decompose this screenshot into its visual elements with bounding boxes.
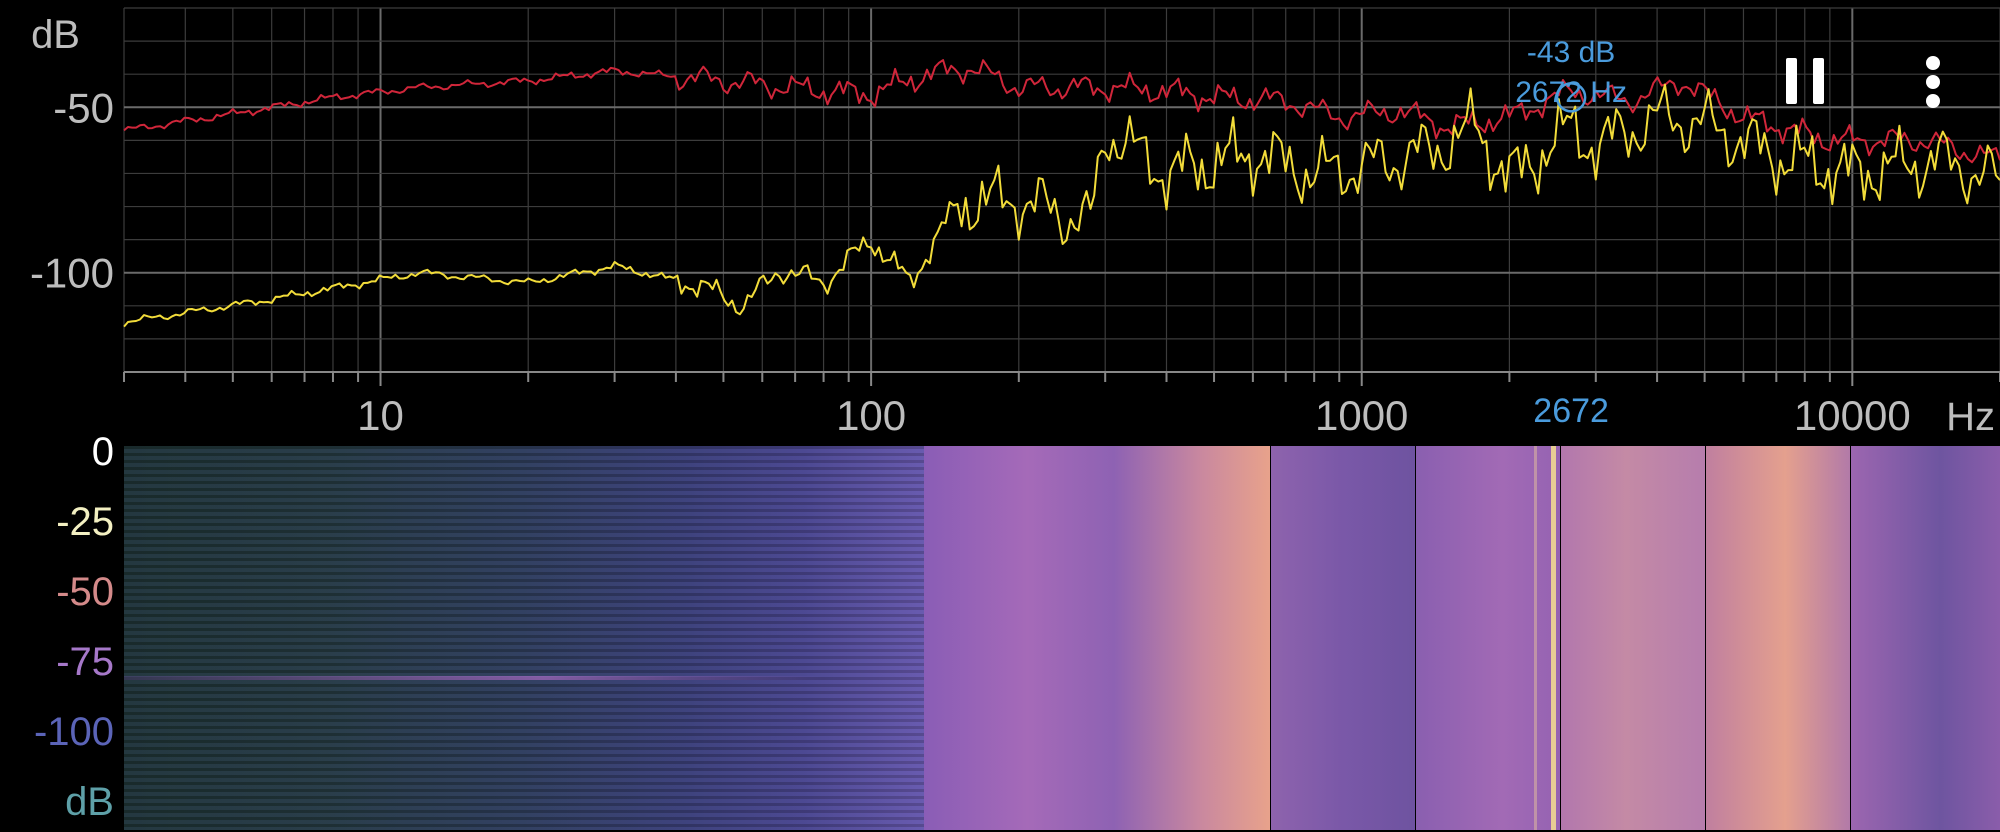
spectrogram-band (1851, 446, 2000, 830)
peak-hold-series-line (123, 59, 2000, 164)
peak-marker-db-label: -43 dB (1527, 36, 1615, 69)
x-axis-unit-label: Hz (1946, 395, 1995, 439)
spectrogram-band (1416, 446, 1560, 830)
more-vert-icon (1926, 56, 1940, 108)
peak-marker-hz-label: 2672 Hz (1515, 76, 1627, 109)
scale-label-75: -75 (56, 640, 114, 684)
more-options-button[interactable] (1926, 56, 1940, 108)
spectrum-plot-area (123, 59, 2000, 328)
scale-label-100: -100 (33, 710, 114, 754)
scale-label-25: -25 (56, 500, 114, 544)
spectrum-axis-labels: 10 100 1000 10000 -50 -100 (30, 84, 1911, 439)
x-tick-label: 10 (357, 392, 404, 439)
pause-button[interactable] (1786, 58, 1824, 104)
y-axis-unit-label: dB (31, 13, 80, 57)
scale-label-50: -50 (56, 570, 114, 614)
spectrum-grid (123, 7, 2000, 386)
pause-icon (1786, 58, 1824, 104)
scale-label-0: 0 (91, 430, 114, 474)
peak-marker[interactable]: -43 dB 2672 Hz 2672 (1515, 36, 1627, 430)
spectrogram-peak-trace (1551, 446, 1556, 830)
spectrogram-band (924, 446, 1270, 830)
y-tick-label: -100 (30, 250, 114, 297)
spectrogram-secondary-trace (1534, 446, 1537, 830)
scale-unit-label: dB (65, 780, 114, 824)
y-tick-label: -50 (53, 84, 114, 131)
spectrogram-tone-trace (124, 676, 824, 680)
x-tick-label: 1000 (1315, 392, 1408, 439)
x-tick-label: 100 (836, 392, 906, 439)
spectrogram-band (1271, 446, 1415, 830)
current-series-line (123, 83, 2000, 328)
spectrum-chart[interactable]: 10 100 1000 10000 -50 -100 dB Hz -43 dB 2672 … (0, 0, 2000, 440)
spectrogram-band (1706, 446, 1850, 830)
peak-marker-axis-label: 2672 (1533, 392, 1609, 430)
spectrogram[interactable] (124, 446, 2000, 830)
spectrogram-band (124, 446, 924, 830)
spectrogram-band (1561, 446, 1705, 830)
x-tick-label: 10000 (1794, 392, 1911, 439)
